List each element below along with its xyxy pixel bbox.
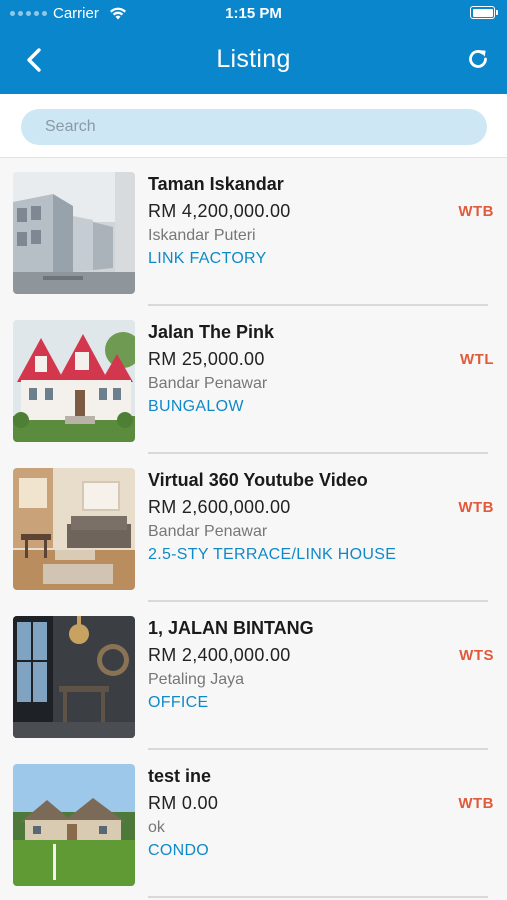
- listing-type: BUNGALOW: [148, 398, 244, 415]
- living-room-image: [13, 468, 135, 590]
- listing-tag: WTB: [458, 499, 494, 516]
- list-item[interactable]: 1, JALAN BINTANG RM 2,400,000.00 Petalin…: [0, 602, 507, 750]
- bungalow-image: [13, 320, 135, 442]
- listing-location: Bandar Penawar: [148, 523, 268, 540]
- battery-icon: [470, 6, 498, 19]
- listing-photo: [13, 616, 135, 738]
- listing-type: CONDO: [148, 842, 210, 859]
- listing-price: RM 0.00: [148, 793, 219, 813]
- dining-room-image: [13, 616, 135, 738]
- listing-location: Iskandar Puteri: [148, 227, 256, 244]
- listing-tag: WTL: [460, 351, 494, 368]
- listing-title: Virtual 360 Youtube Video: [148, 470, 368, 490]
- listing-type: LINK FACTORY: [148, 250, 267, 267]
- listing-photo: [13, 172, 135, 294]
- status-time: 1:15 PM: [225, 5, 282, 22]
- page-title: Listing: [216, 45, 291, 73]
- divider: [148, 896, 488, 898]
- listing-photo: [13, 320, 135, 442]
- listing-type: OFFICE: [148, 694, 209, 711]
- listing-price: RM 4,200,000.00: [148, 201, 291, 221]
- listing-price: RM 2,400,000.00: [148, 645, 291, 665]
- listing-photo: [13, 764, 135, 886]
- listing-location: Petaling Jaya: [148, 671, 245, 688]
- listing-tag: WTS: [459, 647, 494, 664]
- house-image: [13, 764, 135, 886]
- listing-photo: [13, 468, 135, 590]
- factory-image: [13, 172, 135, 294]
- list-item[interactable]: test ine RM 0.00 ok CONDO WTB: [0, 750, 507, 898]
- listing-location: Bandar Penawar: [148, 375, 268, 392]
- search-input[interactable]: [21, 109, 487, 145]
- refresh-button[interactable]: [465, 46, 491, 72]
- status-bar: Carrier 1:15 PM: [0, 0, 507, 28]
- list-item[interactable]: Taman Iskandar RM 4,200,000.00 Iskandar …: [0, 158, 507, 306]
- listing-price: RM 25,000.00: [148, 349, 265, 369]
- listing-title: test ine: [148, 766, 212, 786]
- list-item[interactable]: Virtual 360 Youtube Video RM 2,600,000.0…: [0, 454, 507, 602]
- listing-title: 1, JALAN BINTANG: [148, 618, 314, 638]
- listing-location: ok: [148, 819, 165, 836]
- listing-tag: WTB: [458, 203, 494, 220]
- refresh-icon: [469, 50, 487, 68]
- listing-title: Taman Iskandar: [148, 174, 284, 194]
- listing-title: Jalan The Pink: [148, 322, 275, 342]
- search-bar: [0, 94, 507, 158]
- listing-price: RM 2,600,000.00: [148, 497, 291, 517]
- listing-tag: WTB: [458, 795, 494, 812]
- listing-type: 2.5-STY TERRACE/LINK HOUSE: [148, 546, 397, 563]
- navigation-header: Carrier 1:15 PM Listing: [0, 0, 507, 94]
- list-item[interactable]: Jalan The Pink RM 25,000.00 Bandar Penaw…: [0, 306, 507, 454]
